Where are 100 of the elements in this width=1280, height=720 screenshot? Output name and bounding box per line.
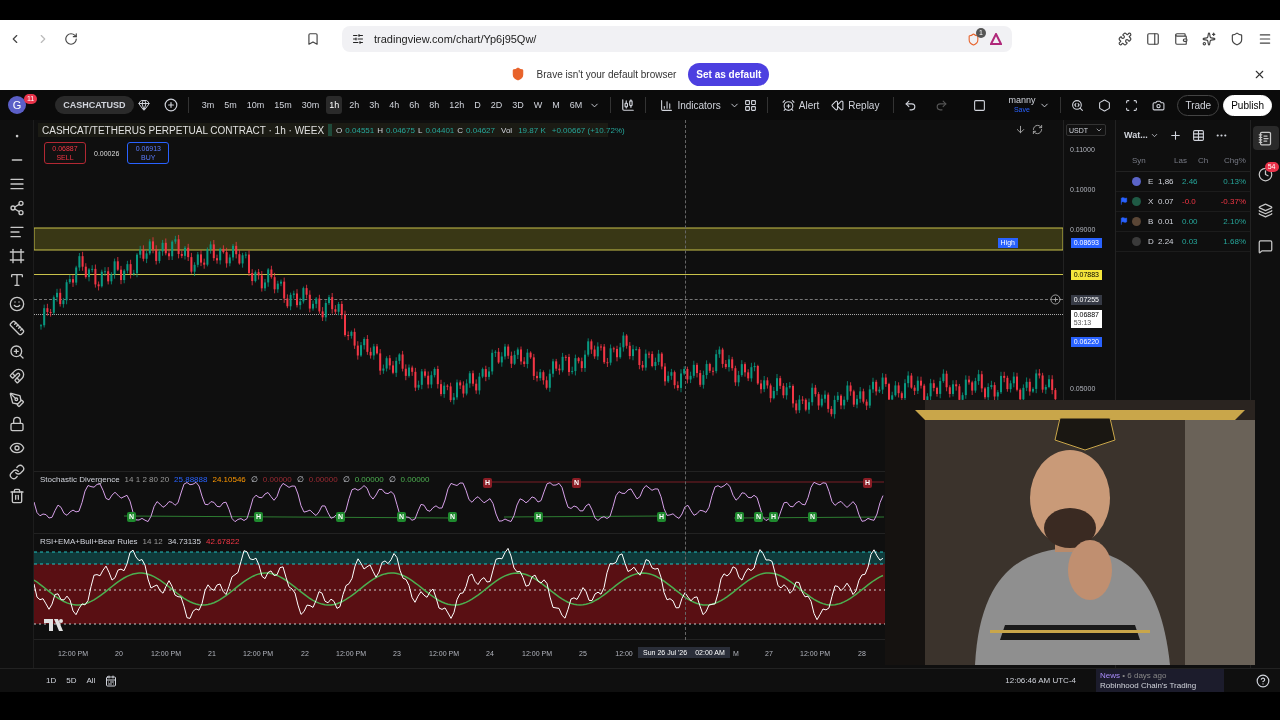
lock-icon[interactable] [8,416,25,432]
symbol-search[interactable]: CASHCATUSD [55,96,134,114]
news-ticker[interactable]: News • 6 days ago Robinhood Chain's Trading [1096,669,1224,692]
shield-icon[interactable] [1230,32,1244,46]
rewind-icon [831,98,845,112]
flag-icon[interactable] [1120,196,1128,205]
replay-button[interactable]: Replay [827,96,884,114]
interval-tab[interactable]: 3m [198,96,218,114]
symbol-name: B [1148,217,1155,226]
alert-button[interactable]: Alert [777,96,824,114]
layout-name[interactable]: manny [1008,96,1036,105]
interval-tab[interactable]: D [471,96,484,114]
interval-tab[interactable]: 12h [446,96,468,114]
watchlist-row[interactable]: B 0.01 0.00 2.10% [1116,212,1250,232]
publish-button[interactable]: Publish [1223,94,1272,116]
add-symbol-button[interactable] [163,98,178,112]
link-icon[interactable] [8,464,25,480]
ruler-icon[interactable] [8,320,25,336]
indicators-button[interactable]: Indicators [656,96,725,114]
eye-icon[interactable] [8,440,25,456]
reload-button[interactable] [64,32,78,46]
square-icon[interactable] [973,98,987,112]
redo-button[interactable] [935,98,949,112]
diamond-icon[interactable] [137,99,150,111]
interval-tab[interactable]: M [549,96,563,114]
stacked-lines-icon[interactable] [8,224,25,240]
sync-icon[interactable] [1032,124,1043,135]
indicator-value: 24.10546 [212,475,246,484]
interval-tab[interactable]: 6h [406,96,423,114]
sidebar-icon[interactable] [1146,32,1160,46]
undo-button[interactable] [904,98,918,112]
interval-tab[interactable]: 2D [487,96,506,114]
lines-icon[interactable] [8,176,25,192]
user-avatar[interactable]: G [8,96,26,114]
table-icon[interactable] [1191,128,1205,142]
range-button[interactable]: 1D [46,676,57,685]
ohlc-value: 0.04551 [345,125,375,135]
fullscreen-icon[interactable] [1125,98,1139,112]
help-icon[interactable] [1256,673,1270,688]
column-header[interactable]: Syn [1132,156,1174,165]
wallet-icon[interactable] [1174,32,1188,46]
down-arrow-icon[interactable] [1015,124,1026,135]
add-icon[interactable] [1168,128,1182,142]
interval-tab[interactable]: 3h [366,96,383,114]
ohlc-value: 0.04627 [466,125,495,135]
interval-tab[interactable]: 15m [271,96,295,114]
calendar-icon[interactable] [105,674,118,687]
range-button[interactable]: All [86,676,96,685]
flag-icon[interactable] [1120,216,1128,225]
text-tool-icon[interactable] [8,272,25,288]
watchlist-tab[interactable] [1252,126,1279,150]
set-default-button[interactable]: Set as default [688,62,770,86]
extensions-icon[interactable] [1118,32,1132,46]
add-alert-icon[interactable] [1050,294,1061,305]
zoom-in-icon[interactable] [8,344,25,360]
interval-tab[interactable]: 3D [509,96,527,114]
camera-icon[interactable] [1152,98,1166,112]
interval-tab[interactable]: 5m [221,96,240,114]
trash-icon[interactable] [8,488,25,504]
column-header[interactable]: Chg% [1224,156,1246,165]
site-settings-icon[interactable] [352,33,364,45]
indicator-value: 0.00000 [354,475,384,484]
smiley-icon[interactable] [8,296,25,312]
chat-icon [1258,238,1273,254]
interval-tab[interactable]: 2h [346,96,363,114]
interval-tab[interactable]: 8h [426,96,443,114]
magnet-icon[interactable] [8,368,25,384]
interval-tab[interactable]: 1h [326,96,343,114]
range-button[interactable]: 5D [66,676,77,685]
watchlist-row[interactable]: D 2.24 0.03 1.68% [1116,232,1250,252]
watchlist-title[interactable]: Wat... [1124,130,1159,140]
last-price: 0.01 [1158,217,1175,226]
shield-icon[interactable] [967,32,980,46]
url-text: tradingview.com/chart/Yp6j95Qw/ [374,33,537,45]
interval-tab[interactable]: 10m [243,96,268,114]
nodes-icon[interactable] [8,200,25,216]
interval-tab[interactable]: W [530,96,546,114]
interval-tab[interactable]: 4h [386,96,403,114]
candles-icon[interactable] [621,98,636,112]
watchlist-row[interactable]: E 1,86 2.46 0.13% [1116,172,1250,192]
interval-tab[interactable]: 30m [298,96,323,114]
menu-icon[interactable] [1258,32,1272,46]
interval-tab[interactable]: 6M [566,96,586,114]
indicator-name: RSI+EMA+Bull+Bear Rules [40,537,138,546]
quick-search-icon[interactable] [1071,98,1085,112]
triangle-icon[interactable] [990,33,1002,45]
settings-icon[interactable] [1098,98,1112,112]
change-percent: 2.10% [1222,217,1246,226]
pen-icon[interactable] [8,392,25,408]
sparkle-icon[interactable] [1202,32,1216,46]
last-price: 0.07 [1158,197,1175,206]
column-header[interactable]: Ch [1198,156,1224,165]
watchlist-row[interactable]: X 0.07 -0.0 -0.37% [1116,192,1250,212]
column-header[interactable]: Las [1174,156,1198,165]
bookmark-icon[interactable] [306,32,320,46]
change-percent: 1.68% [1222,237,1246,246]
indicator-value: 25.88888 [174,475,208,484]
frame-icon[interactable] [8,248,25,264]
alarm-clock-icon [781,98,795,112]
layout-grid-icon[interactable] [743,98,757,112]
